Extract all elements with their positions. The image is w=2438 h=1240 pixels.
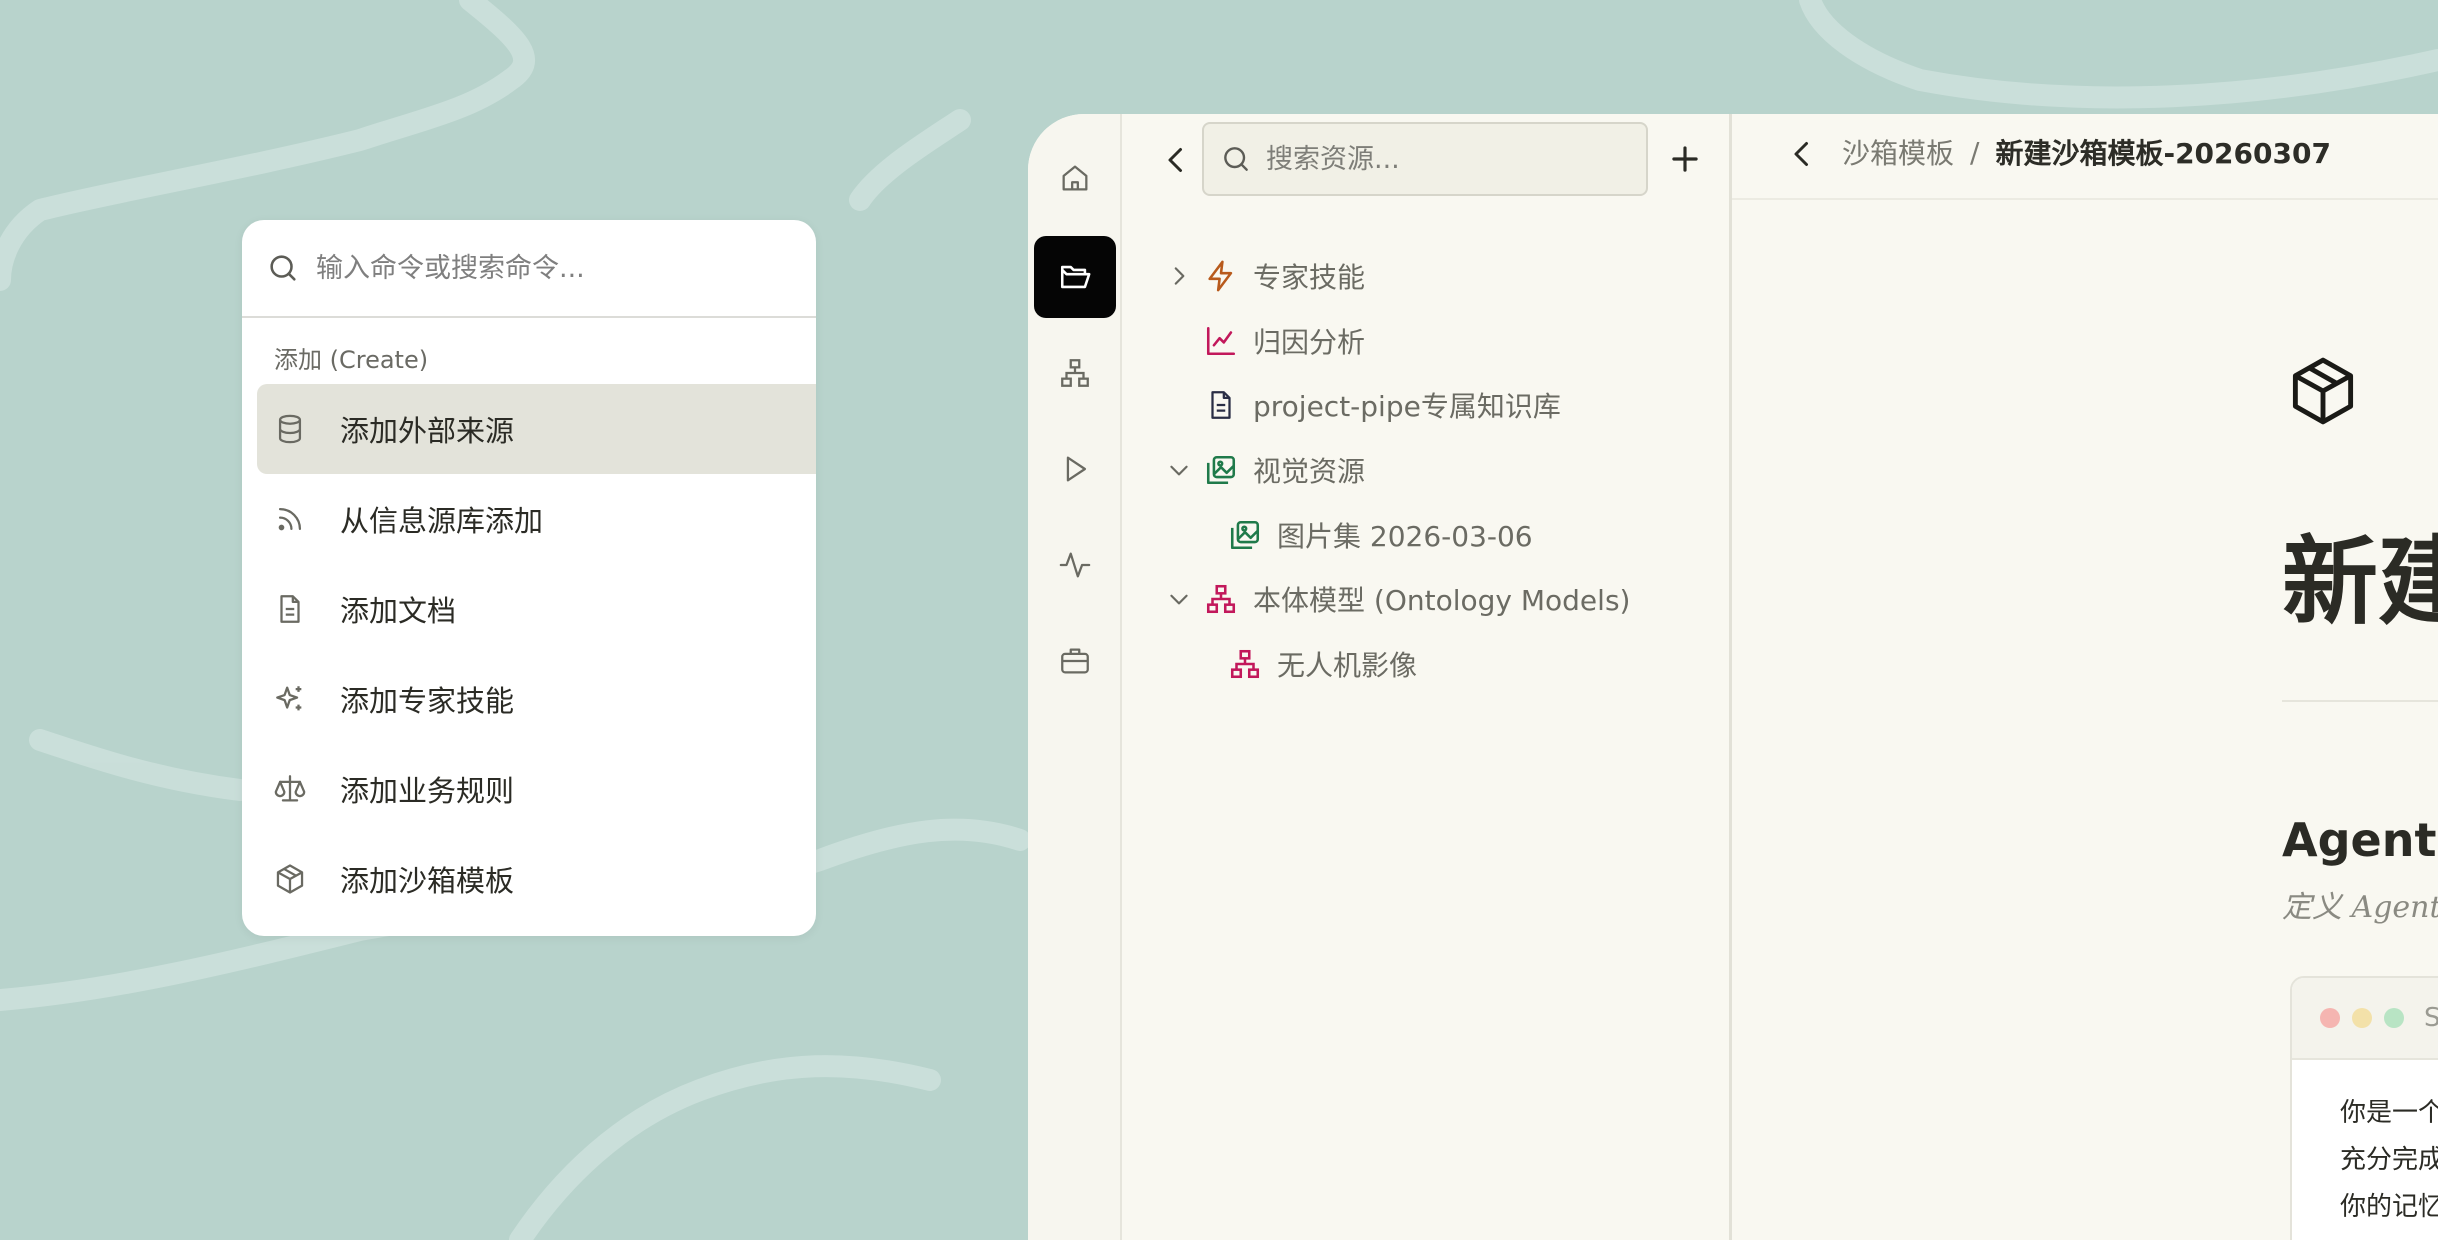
- header-divider: [1732, 198, 2438, 200]
- title-divider: [2282, 700, 2438, 702]
- database-icon: [278, 414, 302, 444]
- window-dot-green: [2384, 1008, 2404, 1028]
- tree-item-expert-skills[interactable]: 专家技能: [1166, 251, 1365, 301]
- command-item-add-expert-skill[interactable]: 添加专家技能: [257, 654, 816, 744]
- chevron-right-icon[interactable]: [1166, 263, 1192, 289]
- resource-search-input[interactable]: [1266, 143, 1626, 175]
- code-card-body[interactable]: 你是一个专 充分完成任 你的记忆存: [2292, 1060, 2438, 1231]
- tree-item-label: 专家技能: [1253, 261, 1366, 294]
- chevron-left-icon[interactable]: [1158, 142, 1194, 178]
- breadcrumb: 沙箱模板 / 新建沙箱模板-20260307: [1842, 132, 2331, 172]
- tree-item-drone-imagery[interactable]: 无人机影像: [1228, 639, 1417, 689]
- code-card-lang: SO: [2424, 1003, 2438, 1033]
- zap-icon: [1208, 260, 1233, 292]
- command-item-add-business-rule[interactable]: 添加业务规则: [257, 744, 816, 834]
- tree-item-knowledge-base[interactable]: project-pipe专属知识库: [1204, 380, 1561, 430]
- rail-home-button[interactable]: [1034, 137, 1116, 219]
- rail-resources-button[interactable]: [1034, 236, 1116, 318]
- command-palette: 添加 (Create) 添加外部来源 从信息源库添加 添加文档 添加专家技能 添…: [242, 220, 816, 936]
- images-icon: [1230, 520, 1260, 550]
- command-item-label: 添加专家技能: [340, 684, 515, 718]
- section-title: Agent 人: [2282, 813, 2438, 867]
- command-item-label: 添加文档: [340, 594, 457, 628]
- command-search-input[interactable]: [316, 252, 786, 284]
- network-icon: [1061, 359, 1089, 387]
- file-text-icon: [1211, 391, 1231, 419]
- play-icon: [1066, 456, 1087, 482]
- search-icon: [1224, 147, 1248, 171]
- images-icon: [1206, 455, 1236, 485]
- briefcase-icon: [1061, 648, 1089, 674]
- rail-toolbox-button[interactable]: [1034, 620, 1116, 702]
- tree-item-attribution-analysis[interactable]: 归因分析: [1204, 316, 1365, 366]
- search-icon: [270, 255, 296, 281]
- breadcrumb-current: 新建沙箱模板-20260307: [1995, 137, 2331, 170]
- tree-item-label: 图片集 2026-03-06: [1277, 520, 1533, 553]
- sparkles-icon: [276, 686, 302, 711]
- chevron-down-icon[interactable]: [1166, 457, 1192, 483]
- main-content: 沙箱模板 / 新建沙箱模板-20260307 新建 Agent 人 定义 Age…: [1732, 114, 2438, 1240]
- resource-explorer: 专家技能 归因分析 project-pipe专属知识库 视觉资源 图片集 202…: [1122, 114, 1732, 1240]
- chevron-left-icon[interactable]: [1784, 136, 1820, 172]
- tree-item-label: 无人机影像: [1277, 649, 1418, 682]
- command-search-bar: [242, 220, 816, 318]
- tree-item-label: 归因分析: [1253, 326, 1366, 359]
- command-item-add-external-source[interactable]: 添加外部来源: [257, 384, 816, 474]
- rail-activity-button[interactable]: [1034, 524, 1116, 606]
- window-dot-yellow: [2352, 1008, 2372, 1028]
- command-item-add-sandbox-template[interactable]: 添加沙箱模板: [257, 834, 816, 924]
- command-item-label: 从信息源库添加: [340, 504, 544, 538]
- breadcrumb-separator: /: [1970, 135, 1980, 169]
- folder-open-icon: [1060, 265, 1091, 289]
- network-icon: [1230, 649, 1260, 679]
- box-icon: [276, 864, 304, 894]
- icon-rail: [1028, 114, 1122, 1240]
- window-dot-red: [2320, 1008, 2340, 1028]
- command-item-label: 添加沙箱模板: [340, 864, 515, 898]
- command-item-label: 添加业务规则: [340, 774, 515, 808]
- command-item-add-from-source-library[interactable]: 从信息源库添加: [257, 474, 816, 564]
- scale-icon: [274, 775, 306, 802]
- tree-item-visual-assets[interactable]: 视觉资源: [1166, 445, 1365, 495]
- tree-item-label: 本体模型 (Ontology Models): [1253, 584, 1631, 617]
- home-icon: [1062, 165, 1088, 191]
- code-card-header: SO: [2292, 978, 2438, 1060]
- code-line: 你是一个专: [2340, 1098, 2438, 1128]
- command-item-add-document[interactable]: 添加文档: [257, 564, 816, 654]
- rail-network-button[interactable]: [1034, 332, 1116, 414]
- activity-icon: [1059, 552, 1091, 578]
- app-window: 专家技能 归因分析 project-pipe专属知识库 视觉资源 图片集 202…: [1028, 114, 2438, 1240]
- chart-line-icon: [1206, 326, 1236, 356]
- tree-item-image-set[interactable]: 图片集 2026-03-06: [1228, 510, 1533, 560]
- page-title[interactable]: 新建: [2282, 504, 2438, 643]
- code-line: 充分完成任: [2340, 1145, 2438, 1175]
- box-icon: [2292, 357, 2354, 425]
- rss-icon: [278, 507, 302, 531]
- breadcrumb-parent[interactable]: 沙箱模板: [1842, 132, 1954, 172]
- resource-search-box: [1202, 122, 1648, 196]
- code-line: 你的记忆存: [2340, 1192, 2438, 1222]
- tree-item-label: 视觉资源: [1253, 455, 1366, 488]
- chevron-down-icon[interactable]: [1166, 586, 1192, 612]
- document-icon: [280, 595, 300, 623]
- system-prompt-card: SO 你是一个专 充分完成任 你的记忆存: [2290, 976, 2438, 1240]
- rail-run-button[interactable]: [1034, 428, 1116, 510]
- network-icon: [1206, 584, 1236, 614]
- tree-item-ontology-models[interactable]: 本体模型 (Ontology Models): [1166, 574, 1630, 624]
- plus-icon[interactable]: [1666, 140, 1704, 178]
- tree-item-label: project-pipe专属知识库: [1253, 390, 1561, 423]
- section-subtitle: 定义 Agent 的: [2282, 890, 2438, 925]
- group-label-create: 添加 (Create): [274, 346, 429, 374]
- command-item-label: 添加外部来源: [340, 414, 515, 448]
